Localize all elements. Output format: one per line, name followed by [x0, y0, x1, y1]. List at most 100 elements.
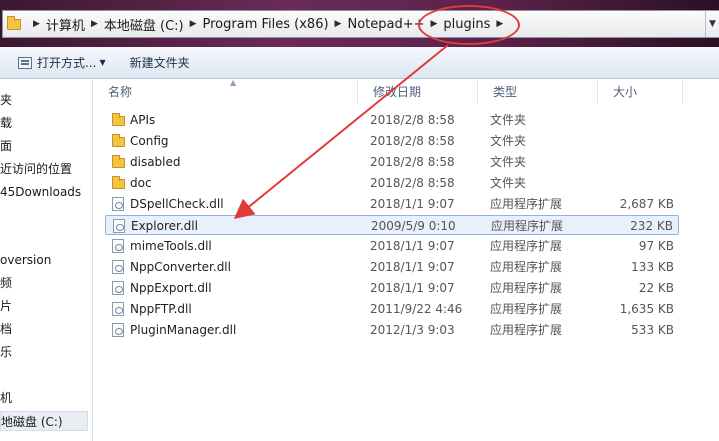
file-name: DSpellCheck.dll	[130, 197, 224, 211]
navigation-pane: 夹 载 面 近访问的位置 45Downloads oversion 频 片 档 …	[0, 80, 93, 441]
file-date: 2018/1/1 9:07	[370, 260, 455, 274]
file-type: 应用程序扩展	[490, 260, 563, 274]
column-type[interactable]: 类型	[478, 80, 598, 104]
file-row[interactable]: Explorer.dll 2009/5/9 0:10 应用程序扩展 232 KB	[105, 215, 679, 235]
file-row[interactable]: NppConverter.dll 2018/1/1 9:07 应用程序扩展 133 K…	[105, 257, 679, 277]
breadcrumb-notepadpp[interactable]: Notepad++	[347, 17, 424, 32]
file-list: APIs 2018/2/8 8:58 文件夹 Config 2018/2/8 8:58 文…	[93, 110, 719, 441]
nav-item[interactable]: 载	[0, 113, 12, 133]
file-size: 232 KB	[630, 219, 673, 233]
chevron-right-icon[interactable]: ▶	[431, 19, 438, 29]
chevron-down-icon[interactable]: ▼	[705, 11, 719, 37]
file-date: 2018/2/8 8:58	[370, 134, 455, 148]
breadcrumb-program-files[interactable]: Program Files (x86)	[203, 17, 329, 32]
chevron-right-icon[interactable]: ▶	[335, 19, 342, 29]
file-row[interactable]: doc 2018/2/8 8:58 文件夹	[105, 173, 679, 193]
new-folder-label: 新建文件夹	[129, 56, 190, 70]
breadcrumb-computer[interactable]: 计算机	[46, 15, 85, 34]
file-date: 2018/2/8 8:58	[370, 176, 455, 190]
file-name: Config	[130, 134, 169, 148]
file-row[interactable]: DSpellCheck.dll 2018/1/1 9:07 应用程序扩展 2,687 …	[105, 194, 679, 214]
nav-item[interactable]: 片	[0, 296, 12, 316]
dll-file-icon	[113, 219, 125, 233]
dll-file-icon	[112, 302, 124, 316]
file-size: 97 KB	[638, 239, 674, 253]
file-name: NppFTP.dll	[130, 302, 192, 316]
file-date: 2012/1/3 9:03	[370, 323, 455, 337]
file-name: disabled	[130, 155, 181, 169]
file-size: 2,687 KB	[619, 197, 674, 211]
chevron-right-icon[interactable]: ▶	[496, 19, 503, 29]
nav-item[interactable]: 近访问的位置	[0, 159, 72, 179]
caret-down-icon: ▼	[99, 58, 106, 67]
address-bar[interactable]: ▶ 计算机 ▶ 本地磁盘 (C:) ▶ Program Files (x86) …	[2, 10, 719, 38]
folder-icon	[112, 134, 125, 147]
nav-item[interactable]: 档	[0, 319, 12, 339]
file-date: 2009/5/9 0:10	[371, 219, 456, 233]
open-with-button[interactable]: 打开方式... ▼	[10, 51, 114, 75]
dll-file-icon	[112, 323, 124, 337]
file-date: 2018/1/1 9:07	[370, 281, 455, 295]
file-name: mimeTools.dll	[130, 239, 212, 253]
file-size: 22 KB	[638, 281, 674, 295]
file-date: 2018/2/8 8:58	[370, 155, 455, 169]
file-date: 2011/9/22 4:46	[370, 302, 463, 316]
open-with-label: 打开方式...	[37, 56, 97, 70]
column-date[interactable]: 修改日期	[358, 80, 478, 104]
dll-file-icon	[112, 281, 124, 295]
file-row[interactable]: NppFTP.dll 2011/9/22 4:46 应用程序扩展 1,635 KB	[105, 299, 679, 319]
nav-item[interactable]: 45Downloads	[0, 182, 81, 202]
column-size[interactable]: 大小	[598, 80, 683, 104]
file-type: 文件夹	[490, 134, 527, 148]
file-type: 应用程序扩展	[490, 281, 563, 295]
chevron-right-icon[interactable]: ▶	[190, 19, 197, 29]
nav-item[interactable]: 乐	[0, 342, 12, 362]
file-row[interactable]: NppExport.dll 2018/1/1 9:07 应用程序扩展 22 KB	[105, 278, 679, 298]
dll-file-icon	[112, 197, 124, 211]
file-type: 文件夹	[490, 155, 527, 169]
nav-item-selected[interactable]: 地磁盘 (C:)	[0, 411, 88, 431]
nav-item[interactable]: 夹	[0, 90, 12, 110]
file-type: 文件夹	[490, 176, 527, 190]
chevron-right-icon[interactable]: ▶	[91, 19, 98, 29]
nav-item[interactable]: 频	[0, 273, 12, 293]
folder-icon	[112, 113, 125, 126]
file-type: 应用程序扩展	[490, 302, 563, 316]
file-row[interactable]: disabled 2018/2/8 8:58 文件夹	[105, 152, 679, 172]
file-row[interactable]: PluginManager.dll 2012/1/3 9:03 应用程序扩展 533 …	[105, 320, 679, 340]
chevron-right-icon[interactable]: ▶	[33, 19, 40, 29]
file-name: Explorer.dll	[131, 219, 198, 233]
address-region: ▶ 计算机 ▶ 本地磁盘 (C:) ▶ Program Files (x86) …	[0, 0, 719, 47]
nav-item[interactable]: 机	[0, 388, 12, 408]
file-type: 应用程序扩展	[490, 197, 563, 211]
open-with-icon	[18, 56, 32, 69]
folder-icon	[7, 15, 21, 30]
file-type: 应用程序扩展	[490, 323, 563, 337]
column-name[interactable]: 名称	[93, 80, 358, 104]
file-type: 应用程序扩展	[490, 239, 563, 253]
file-row[interactable]: Config 2018/2/8 8:58 文件夹	[105, 131, 679, 151]
nav-item[interactable]: oversion	[0, 250, 51, 270]
file-date: 2018/1/1 9:07	[370, 239, 455, 253]
new-folder-button[interactable]: 新建文件夹	[122, 51, 198, 75]
dll-file-icon	[112, 260, 124, 274]
folder-icon	[112, 176, 125, 189]
file-size: 1,635 KB	[619, 302, 674, 316]
nav-item[interactable]: 面	[0, 136, 12, 156]
file-size: 133 KB	[631, 260, 674, 274]
file-date: 2018/1/1 9:07	[370, 197, 455, 211]
file-size: 533 KB	[631, 323, 674, 337]
column-header: ▲ 名称 修改日期 类型 大小	[93, 78, 719, 104]
file-date: 2018/2/8 8:58	[370, 113, 455, 127]
file-name: NppConverter.dll	[130, 260, 231, 274]
breadcrumb-local-disk[interactable]: 本地磁盘 (C:)	[104, 15, 184, 34]
dll-file-icon	[112, 239, 124, 253]
file-type: 文件夹	[490, 113, 527, 127]
file-name: doc	[130, 176, 152, 190]
file-row[interactable]: mimeTools.dll 2018/1/1 9:07 应用程序扩展 97 KB	[105, 236, 679, 256]
file-type: 应用程序扩展	[491, 219, 564, 233]
file-row[interactable]: APIs 2018/2/8 8:58 文件夹	[105, 110, 679, 130]
folder-icon	[112, 155, 125, 168]
toolbar: 打开方式... ▼ 新建文件夹	[0, 47, 719, 79]
breadcrumb-plugins[interactable]: plugins	[443, 17, 490, 32]
